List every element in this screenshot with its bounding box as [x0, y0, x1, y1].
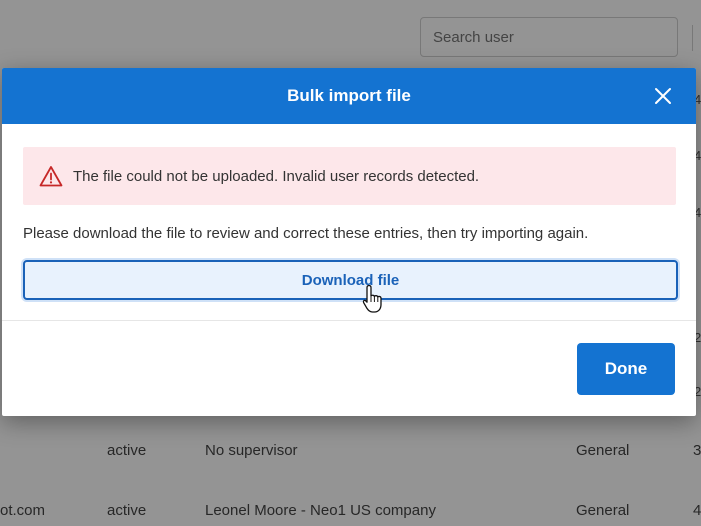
footer-divider	[2, 320, 696, 321]
alert-message: The file could not be uploaded. Invalid …	[73, 167, 480, 185]
dialog-title: Bulk import file	[287, 86, 411, 105]
dialog-header: Bulk import file	[2, 68, 696, 124]
download-file-button[interactable]: Download file	[23, 260, 678, 300]
error-alert: The file could not be uploaded. Invalid …	[23, 147, 676, 205]
instructions-text: Please download the file to review and c…	[23, 225, 589, 242]
done-button[interactable]: Done	[577, 343, 675, 395]
close-icon[interactable]	[652, 85, 674, 107]
warning-triangle-icon	[39, 166, 63, 187]
bulk-import-dialog: Bulk import file The file could not be u…	[2, 68, 696, 416]
